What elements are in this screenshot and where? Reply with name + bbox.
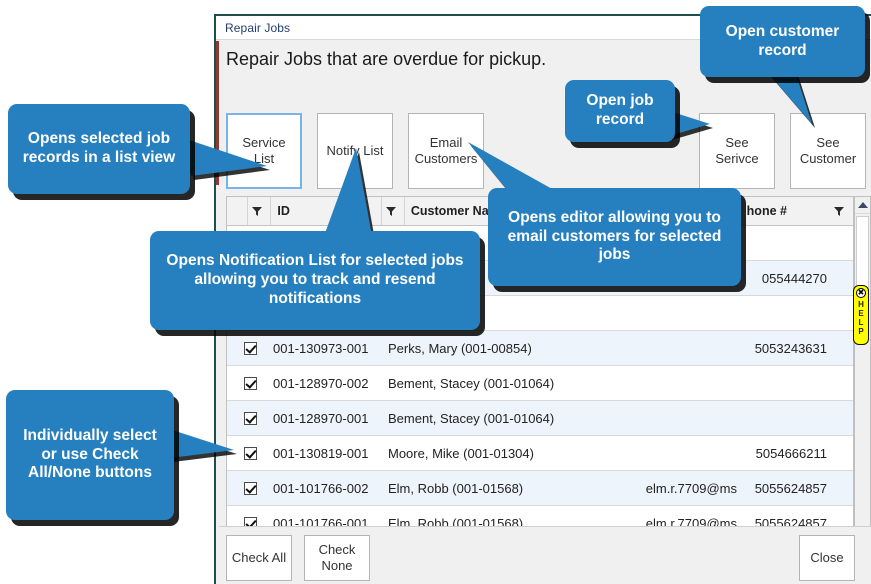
- row-phone: 5055624857: [738, 471, 831, 505]
- row-checkbox-cell[interactable]: [227, 331, 273, 365]
- row-checkbox-cell[interactable]: [227, 471, 273, 505]
- row-id: 001-130973-001: [273, 331, 388, 365]
- scroll-up-icon[interactable]: [855, 197, 870, 214]
- table-row[interactable]: 001-130973-001Perks, Mary (001-00854) 505…: [227, 331, 853, 366]
- pointer-notify-list: [318, 148, 378, 240]
- filter-icon: [384, 204, 398, 218]
- grid-vertical-scrollbar[interactable]: [854, 196, 871, 555]
- callout-service-list: Opens selected job records in a list vie…: [8, 104, 190, 194]
- row-checkbox[interactable]: [244, 412, 257, 425]
- row-phone: 055444270: [738, 261, 831, 295]
- help-tab-label: HELP: [858, 300, 864, 336]
- filter-button-phone[interactable]: [830, 197, 853, 225]
- row-email: [633, 296, 738, 330]
- row-email: [633, 331, 738, 365]
- window-title: Repair Jobs: [216, 21, 290, 35]
- window-footer: Check All Check None Close: [219, 526, 871, 584]
- row-customer-name: Bement, Stacey (001-01064): [388, 366, 633, 400]
- row-checkbox[interactable]: [244, 482, 257, 495]
- filter-icon: [250, 204, 264, 218]
- row-checkbox[interactable]: [244, 447, 257, 460]
- row-checkbox[interactable]: [244, 342, 257, 355]
- grid-header-checkbox-column: [227, 197, 248, 225]
- callout-job-record: Open job record: [565, 80, 675, 142]
- check-all-button[interactable]: Check All: [226, 535, 292, 581]
- check-none-button[interactable]: Check None: [304, 535, 370, 581]
- close-icon[interactable]: ✖: [856, 288, 866, 298]
- row-customer-name: Moore, Mike (001-01304): [388, 436, 633, 470]
- row-phone: 5054666211: [738, 436, 831, 470]
- row-email: [633, 366, 738, 400]
- row-phone: 5053243631: [738, 331, 831, 365]
- table-row[interactable]: 001-128970-001Bement, Stacey (001-01064): [227, 401, 853, 436]
- row-phone: [738, 226, 831, 260]
- row-email: elm.r.7709@ms: [633, 471, 738, 505]
- row-customer-name: Perks, Mary (001-00854): [388, 331, 633, 365]
- filter-icon: [832, 204, 846, 218]
- pointer-service-list: [183, 136, 269, 178]
- filter-button-name[interactable]: [382, 197, 405, 225]
- callout-customer-record: Open customer record: [700, 6, 865, 77]
- row-email: [633, 436, 738, 470]
- row-id: 001-128970-002: [273, 366, 388, 400]
- row-checkbox[interactable]: [244, 377, 257, 390]
- row-email: [633, 401, 738, 435]
- callout-notify-list: Opens Notification List for selected job…: [150, 231, 480, 330]
- close-button[interactable]: Close: [799, 535, 855, 581]
- row-id: 001-128970-001: [273, 401, 388, 435]
- row-phone: [738, 366, 831, 400]
- row-id: 001-130819-001: [273, 436, 388, 470]
- table-row[interactable]: 001-128970-002Bement, Stacey (001-01064): [227, 366, 853, 401]
- row-phone: [738, 401, 831, 435]
- row-customer-name: Bement, Stacey (001-01064): [388, 401, 633, 435]
- row-id: 001-101766-002: [273, 471, 388, 505]
- grid-header-phone[interactable]: hone #: [741, 197, 830, 225]
- callout-email-customers: Opens editor allowing you to email custo…: [488, 188, 741, 286]
- row-checkbox-cell[interactable]: [227, 366, 273, 400]
- callout-checkboxes: Individually select or use Check All/Non…: [6, 390, 174, 520]
- filter-button-id[interactable]: [248, 197, 271, 225]
- pointer-checkboxes: [166, 424, 236, 466]
- table-row[interactable]: 001-101766-002Elm, Robb (001-01568)elm.r…: [227, 471, 853, 506]
- row-phone: [738, 296, 831, 330]
- table-row[interactable]: 001-130819-001Moore, Mike (001-01304) 505…: [227, 436, 853, 471]
- row-customer-name: Elm, Robb (001-01568): [388, 471, 633, 505]
- help-tab[interactable]: ✖ HELP: [853, 285, 869, 345]
